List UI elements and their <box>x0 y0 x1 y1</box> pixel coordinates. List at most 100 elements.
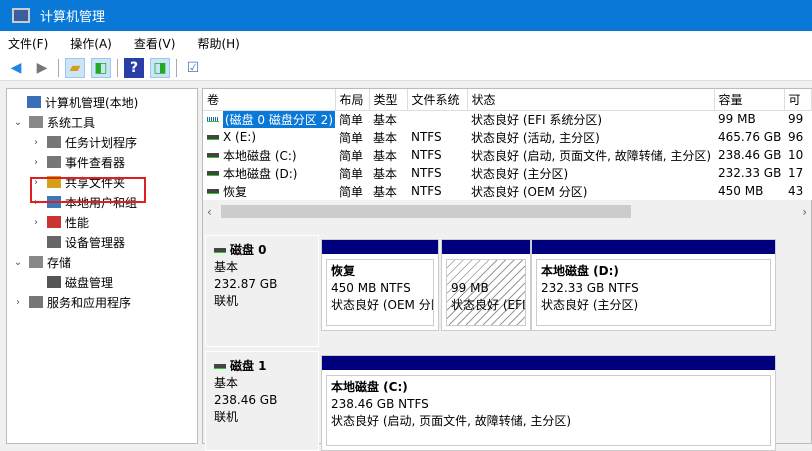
separator <box>117 58 118 77</box>
tree-item-label: 计算机管理(本地) <box>45 95 139 110</box>
disk-name: 磁盘 0 <box>214 242 310 259</box>
expand-chevron-icon[interactable]: ⌄ <box>11 117 25 128</box>
disk-name: 磁盘 1 <box>214 358 310 375</box>
table-cell: 10 <box>788 148 804 162</box>
help-icon[interactable]: ? <box>124 57 144 78</box>
menu-file[interactable]: 文件(F) <box>8 35 48 52</box>
forward-icon[interactable]: ▶ <box>32 58 52 78</box>
column-header[interactable]: 可 <box>784 89 812 111</box>
disk-type: 基本 <box>214 260 239 274</box>
column-header[interactable]: 文件系统 <box>407 89 468 111</box>
table-row[interactable]: X (E:) 简单 基本 NTFS 状态良好 (活动, 主分区) 465.76 GB 96 <box>203 128 811 146</box>
partition-body: 本地磁盘 (D:) 232.33 GB NTFS 状态良好 (主分区) <box>536 259 771 326</box>
table-cell: 简单 <box>339 130 364 145</box>
tree-item[interactable]: 磁盘管理 <box>7 272 197 292</box>
menu-action[interactable]: 操作(A) <box>70 35 112 52</box>
tree-item[interactable]: › 性能 <box>7 212 197 232</box>
horizontal-scrollbar[interactable]: ‹ › <box>203 203 811 220</box>
drive-icon <box>207 116 219 122</box>
table-cell: 238.46 GB <box>718 148 782 162</box>
partition[interactable]: 恢复 450 MB NTFS 状态良好 (OEM 分区) <box>321 239 439 331</box>
disk-info[interactable]: 磁盘 0 基本 232.87 GB 联机 <box>205 235 319 347</box>
column-header[interactable]: 容量 <box>714 89 785 111</box>
tree-node-icon <box>27 96 41 108</box>
menu-help[interactable]: 帮助(H) <box>197 35 239 52</box>
volume-label: 恢复 <box>223 184 248 199</box>
table-cell: 17 <box>788 166 804 180</box>
back-icon[interactable]: ◀ <box>6 58 26 78</box>
tree-item[interactable]: 设备管理器 <box>7 232 197 252</box>
disk-info[interactable]: 磁盘 1 基本 238.46 GB 联机 <box>205 351 319 451</box>
expand-chevron-icon[interactable]: › <box>29 217 43 228</box>
tree-item-label: 服务和应用程序 <box>47 295 132 310</box>
tree-node-icon <box>47 236 61 248</box>
table-row[interactable]: 恢复 简单 基本 NTFS 状态良好 (OEM 分区) 450 MB 43 <box>203 182 811 200</box>
volume-name[interactable]: (磁盘 0 磁盘分区 2) <box>207 110 335 128</box>
disk-management-pane: 卷布局 类型 文件系统 状态 容量可 (磁盘 0 磁盘分区 2) 简单 基本 状态良好 (EF… <box>202 88 812 451</box>
volume-name[interactable]: 本地磁盘 (C:) <box>207 147 335 164</box>
disk-size: 232.87 GB <box>214 277 278 291</box>
table-cell: NTFS <box>411 130 442 144</box>
column-header[interactable]: 布局 <box>335 89 370 111</box>
show-hide-console-tree-icon[interactable]: ◧ <box>91 57 111 78</box>
scroll-left-icon[interactable]: ‹ <box>207 205 212 219</box>
table-cell: 基本 <box>373 112 398 127</box>
drive-icon <box>207 188 219 194</box>
table-row[interactable]: 本地磁盘 (C:) 简单 基本 NTFS 状态良好 (启动, 页面文件, 故障转储, 主… <box>203 146 811 164</box>
tree-node-icon <box>47 156 61 168</box>
table-cell: 状态良好 (主分区) <box>471 166 569 181</box>
column-header[interactable]: 类型 <box>369 89 408 111</box>
table-cell: 96 <box>788 130 804 144</box>
tree-item[interactable]: ⌄ 系统工具 <box>7 112 197 132</box>
tree-item[interactable]: › 事件查看器 <box>7 152 197 172</box>
column-header[interactable]: 状态 <box>467 89 715 111</box>
scrollbar-thumb[interactable] <box>221 205 631 218</box>
table-row[interactable]: 本地磁盘 (D:) 简单 基本 NTFS 状态良好 (主分区) 232.33 GB 17 <box>203 164 811 182</box>
tree-item[interactable]: › 服务和应用程序 <box>7 292 197 312</box>
expand-chevron-icon[interactable]: › <box>29 157 43 168</box>
tree-item[interactable]: 计算机管理(本地) <box>7 92 197 112</box>
table-row[interactable]: (磁盘 0 磁盘分区 2) 简单 基本 状态良好 (EFI 系统分区) 99 MB 99 <box>203 110 811 128</box>
table-cell: 99 MB <box>718 112 756 127</box>
partition-body: 恢复 450 MB NTFS 状态良好 (OEM 分区) <box>326 259 434 326</box>
tree-item-label: 事件查看器 <box>65 155 126 170</box>
properties-icon[interactable]: ☑ <box>183 58 203 78</box>
disk-status: 联机 <box>214 410 239 424</box>
table-cell: 450 MB <box>718 184 764 198</box>
partition-body: 99 MB 状态良好 (EFI 系统分区) <box>446 259 526 326</box>
up-folder-icon[interactable]: ▰ <box>65 57 85 78</box>
table-cell: 43 <box>788 184 804 198</box>
menu-view[interactable]: 查看(V) <box>134 35 176 52</box>
separator <box>58 58 59 77</box>
partition-size: 99 MB <box>451 281 489 295</box>
separator <box>176 58 177 77</box>
table-cell: NTFS <box>411 148 442 162</box>
expand-chevron-icon[interactable]: › <box>11 297 25 308</box>
disk-name-label: 磁盘 1 <box>230 359 267 373</box>
table-cell: 简单 <box>339 112 364 127</box>
menu-bar: 文件(F) 操作(A) 查看(V) 帮助(H) <box>0 31 812 55</box>
volume-name[interactable]: 恢复 <box>207 183 335 200</box>
table-cell: 基本 <box>373 166 398 181</box>
table-cell: 本地磁盘 (C:) <box>203 146 335 164</box>
partition-size: 232.33 GB NTFS <box>541 281 639 295</box>
toolbar: ◀ ▶ ▰ ◧ ? ◨ ☑ <box>0 55 812 81</box>
scroll-right-icon[interactable]: › <box>802 205 807 219</box>
table-cell: 465.76 GB <box>718 130 782 144</box>
tree-node-icon <box>47 216 61 228</box>
partition[interactable]: 本地磁盘 (D:) 232.33 GB NTFS 状态良好 (主分区) <box>531 239 776 331</box>
volume-name[interactable]: X (E:) <box>207 130 335 144</box>
computer-management-icon <box>12 8 30 23</box>
partition[interactable]: 本地磁盘 (C:) 238.46 GB NTFS 状态良好 (启动, 页面文件, 故… <box>321 355 776 451</box>
tree-item[interactable]: ⌄ 存储 <box>7 252 197 272</box>
partition[interactable]: 99 MB 状态良好 (EFI 系统分区) <box>441 239 531 331</box>
tree-item[interactable]: › 任务计划程序 <box>7 132 197 152</box>
expand-chevron-icon[interactable]: › <box>29 137 43 148</box>
column-header[interactable]: 卷 <box>203 89 336 111</box>
expand-chevron-icon[interactable]: ⌄ <box>11 257 25 268</box>
table-cell: 简单 <box>339 148 364 163</box>
tree-item-label: 设备管理器 <box>65 235 126 250</box>
show-action-pane-icon[interactable]: ◨ <box>150 57 170 78</box>
volume-name[interactable]: 本地磁盘 (D:) <box>207 165 335 182</box>
volume-label: 本地磁盘 (C:) <box>223 148 297 163</box>
